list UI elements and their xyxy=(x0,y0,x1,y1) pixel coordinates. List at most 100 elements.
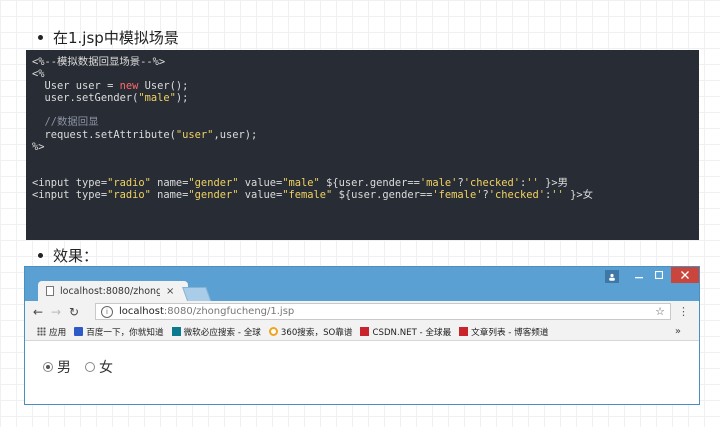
code-line: <%--模拟数据回显场景--%> xyxy=(32,56,693,68)
code-token: "male" xyxy=(282,176,320,189)
gender-radio-0[interactable] xyxy=(43,362,53,372)
code-token: }>男 xyxy=(538,176,568,189)
code-token: "male" xyxy=(138,92,176,105)
minimize-icon[interactable] xyxy=(629,267,649,283)
code-line: %> xyxy=(32,141,693,153)
menu-dots-icon[interactable]: ⋮ xyxy=(678,305,689,318)
bookmark-label: 应用 xyxy=(49,327,67,338)
bullet-item-scenario: 在1.jsp中模拟场景 xyxy=(38,27,179,48)
csdn-icon xyxy=(459,327,469,336)
browser-toolbar: ← → ↻ i localhost:8080/zhongfucheng/1.js… xyxy=(25,301,699,323)
code-token: User user = xyxy=(32,80,120,93)
code-token: <input type= xyxy=(32,189,108,202)
code-token: 'checked' xyxy=(463,176,521,189)
code-token: "gender" xyxy=(188,189,239,202)
bullet-text: 效果： xyxy=(53,247,99,265)
gender-radio-label: 男 xyxy=(57,360,71,376)
code-token: ,user); xyxy=(213,128,258,141)
bookmark-item[interactable]: 应用 xyxy=(37,326,66,338)
baidu-icon xyxy=(74,327,84,336)
address-bar[interactable]: i localhost:8080/zhongfucheng/1.jsp ☆ xyxy=(95,303,671,320)
code-token: value= xyxy=(238,176,283,189)
code-token: }>女 xyxy=(563,189,593,202)
code-token: User(); xyxy=(138,80,189,93)
code-token: '' xyxy=(551,189,564,202)
star-icon[interactable]: ☆ xyxy=(655,305,665,318)
bookmarks-more-icon[interactable]: » xyxy=(675,326,681,337)
apps-icon xyxy=(37,327,46,336)
code-token: <input type= xyxy=(32,176,108,189)
back-arrow-icon[interactable]: ← xyxy=(29,305,47,319)
forward-arrow-icon[interactable]: → xyxy=(47,305,65,319)
code-token: ${user.gender== xyxy=(319,176,420,189)
bookmarks-bar: 应用 百度一下，你就知道 微软必应搜索 - 全球 360搜索，SO靠谱 CSDN.NET… xyxy=(25,323,699,341)
tab-title: localhost:8080/zhongfu xyxy=(60,285,160,297)
bookmark-item[interactable]: 360搜索，SO靠谱 xyxy=(268,326,353,338)
code-token: %> xyxy=(32,140,45,153)
bookmark-item[interactable]: CSDN.NET - 全球最 xyxy=(360,326,451,338)
code-line: <input type="radio" name="gender" value=… xyxy=(32,177,693,189)
maximize-icon[interactable] xyxy=(649,267,669,283)
bookmark-item[interactable]: 百度一下，你就知道 xyxy=(74,326,164,338)
bookmark-label: 微软必应搜索 - 全球 xyxy=(183,327,261,338)
code-token: "radio" xyxy=(107,176,151,189)
bookmark-item[interactable]: 微软必应搜索 - 全球 xyxy=(171,326,261,338)
code-line: user.setGender("male"); xyxy=(32,92,693,104)
url-host: localhost xyxy=(119,306,164,317)
code-token: //数据回显 xyxy=(32,116,99,129)
bing-icon xyxy=(171,327,181,336)
reload-icon[interactable]: ↻ xyxy=(65,305,83,319)
page-content: 男女 xyxy=(25,341,699,404)
code-token: name= xyxy=(150,176,189,189)
bullet-dot xyxy=(38,253,43,258)
code-token: "gender" xyxy=(188,176,239,189)
bookmark-label: CSDN.NET - 全球最 xyxy=(372,327,452,338)
code-block: <%--模拟数据回显场景--%> <% User user = new User(… xyxy=(26,50,699,240)
bullet-text: 在1.jsp中模拟场景 xyxy=(53,29,179,47)
close-tab-icon[interactable]: × xyxy=(166,286,174,297)
code-token: '' xyxy=(526,176,539,189)
code-token: 'female' xyxy=(432,189,483,202)
gender-radio-group: 男女 xyxy=(43,357,127,377)
code-line: //数据回显 xyxy=(32,116,693,128)
bullet-dot xyxy=(38,35,43,40)
bullet-item-result: 效果： xyxy=(38,245,98,266)
browser-titlebar: localhost:8080/zhongfu × xyxy=(25,267,699,303)
code-token: value= xyxy=(238,189,283,202)
browser-tab[interactable]: localhost:8080/zhongfu × xyxy=(38,281,188,301)
code-line: <input type="radio" name="gender" value=… xyxy=(32,189,693,201)
bookmark-label: 百度一下，你就知道 xyxy=(86,327,164,338)
code-token: 'checked' xyxy=(488,189,546,202)
bookmark-label: 360搜索，SO靠谱 xyxy=(280,327,353,338)
code-token: <% xyxy=(32,68,45,81)
bookmark-label: 文章列表 - 博客频道 xyxy=(471,327,549,338)
url-path: :8080/zhongfucheng/1.jsp xyxy=(163,306,295,317)
page-icon xyxy=(46,286,54,296)
code-token: new xyxy=(119,80,139,93)
code-token: <%--模拟数据回显场景--%> xyxy=(32,56,166,68)
code-token: name= xyxy=(150,189,189,202)
360-icon xyxy=(268,327,278,336)
browser-window-screenshot: localhost:8080/zhongfu × ← → ↻ i localho… xyxy=(24,266,700,405)
code-token: ${user.gender== xyxy=(332,189,433,202)
code-token: 'male' xyxy=(419,176,458,189)
code-token: "user" xyxy=(175,128,214,141)
code-token: "female" xyxy=(282,189,333,202)
code-line: <% xyxy=(32,68,693,80)
code-token: "radio" xyxy=(107,189,151,202)
gender-radio-1[interactable] xyxy=(85,362,95,372)
close-window-icon[interactable] xyxy=(671,267,699,283)
gender-radio-label: 女 xyxy=(99,360,113,376)
code-token: ); xyxy=(175,92,189,105)
info-icon[interactable]: i xyxy=(101,305,113,318)
code-token: user.setGender( xyxy=(32,92,139,105)
code-line: request.setAttribute("user",user); xyxy=(32,129,693,141)
user-profile-icon[interactable] xyxy=(605,270,619,283)
code-line: User user = new User(); xyxy=(32,80,693,92)
bookmark-item[interactable]: 文章列表 - 博客频道 xyxy=(459,326,549,338)
csdn-icon xyxy=(360,327,370,336)
code-token: request.setAttribute( xyxy=(32,128,176,141)
